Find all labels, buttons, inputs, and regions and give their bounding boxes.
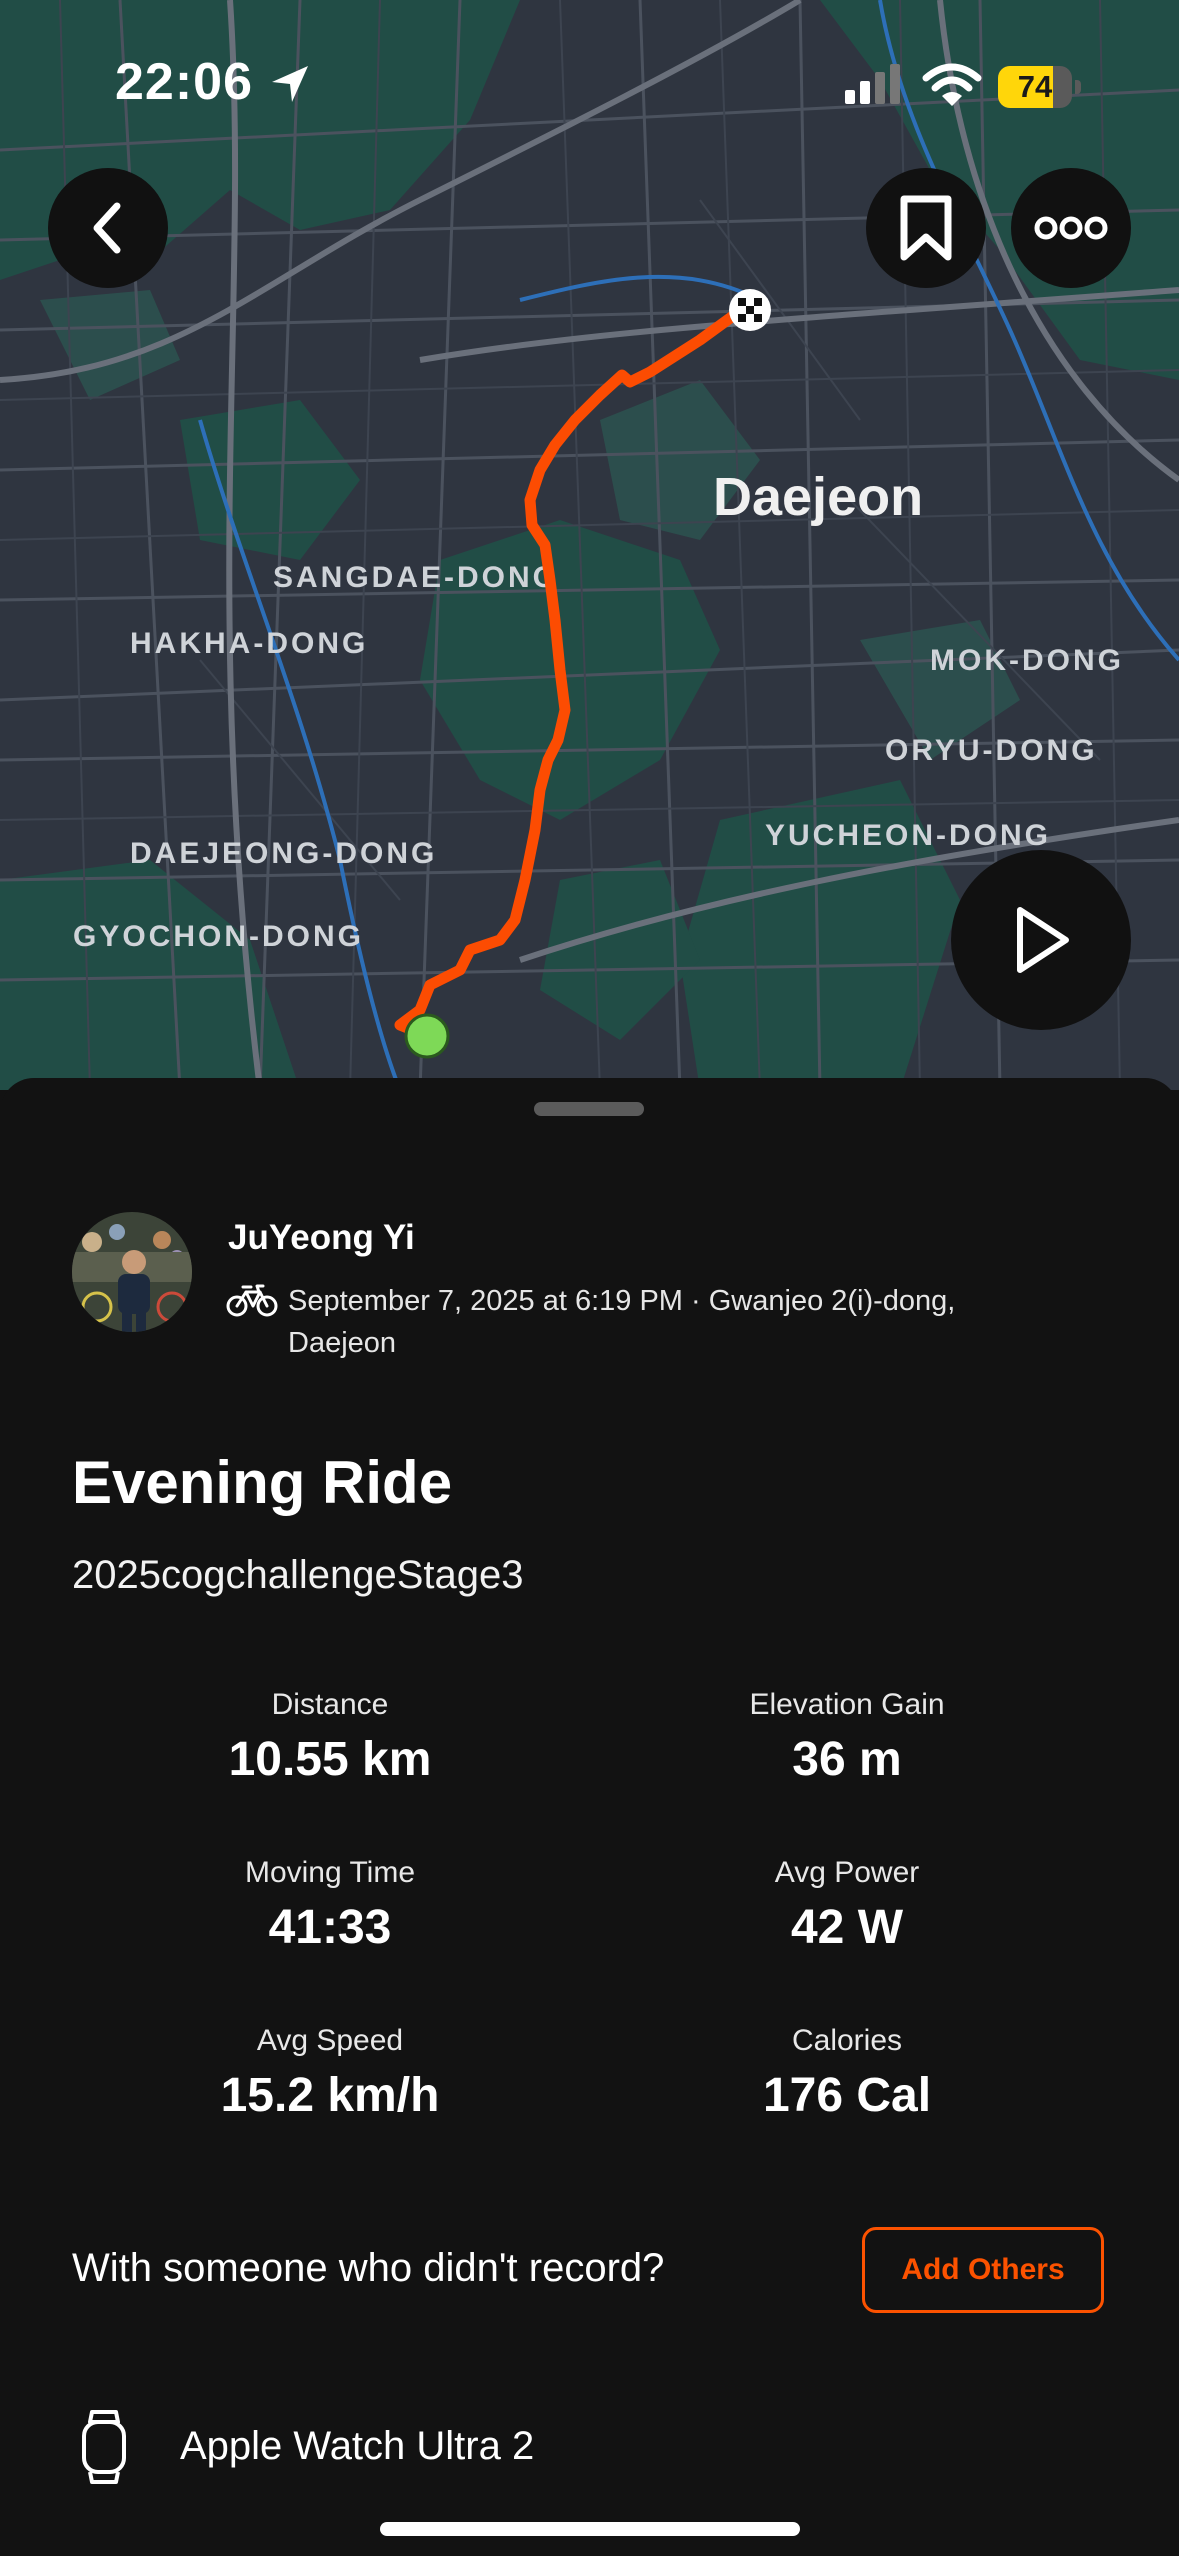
bookmark-icon xyxy=(900,195,952,261)
map-label-gyochon: GYOCHON-DONG xyxy=(73,920,364,953)
stat-value: 36 m xyxy=(792,1733,902,1786)
stat-label: Distance xyxy=(271,1688,389,1721)
location-arrow-icon xyxy=(272,66,308,102)
watch-icon xyxy=(82,2410,126,2484)
activity-meta: September 7, 2025 at 6:19 PM · Gwanjeo 2… xyxy=(288,1285,956,1359)
stat-avg-speed: Avg Speed 15.2 km/h xyxy=(120,2024,540,2123)
map-label-sangdae: SANGDAE-DONG xyxy=(273,561,559,594)
stat-value: 41:33 xyxy=(268,1901,392,1954)
stat-value: 10.55 km xyxy=(228,1733,432,1786)
bike-icon xyxy=(226,1284,278,1317)
stat-distance: Distance 10.55 km xyxy=(120,1688,540,1787)
map-label-oryu: ORYU-DONG xyxy=(885,734,1098,767)
athlete-avatar[interactable] xyxy=(72,1212,192,1332)
status-bar: 22:06 74 xyxy=(0,0,1179,150)
home-indicator xyxy=(380,2522,800,2536)
stat-moving-time: Moving Time 41:33 xyxy=(120,1856,540,1955)
more-options-button[interactable] xyxy=(1011,168,1131,288)
stat-calories: Calories 176 Cal xyxy=(637,2024,1057,2123)
stat-avg-power: Avg Power 42 W xyxy=(637,1856,1057,1955)
map-label-hakha: HAKHA-DONG xyxy=(130,627,368,660)
stat-label: Avg Power xyxy=(774,1856,920,1889)
start-point-icon xyxy=(404,1013,450,1059)
save-route-button[interactable] xyxy=(866,168,986,288)
map-label-yucheon: YUCHEON-DONG xyxy=(765,819,1051,852)
stat-label: Avg Speed xyxy=(256,2024,404,2057)
stat-value: 15.2 km/h xyxy=(220,2069,440,2122)
add-others-button[interactable]: Add Others xyxy=(862,2227,1104,2313)
more-icon xyxy=(1034,216,1108,240)
battery-indicator: 74 xyxy=(998,66,1082,108)
activity-description: 2025cogchallengeStage3 xyxy=(72,1553,524,1597)
activity-details-sheet: JuYeong Yi September 7, 2025 at 6:19 PM … xyxy=(0,1078,1179,2556)
sheet-grabber[interactable] xyxy=(534,1102,644,1116)
stat-value: 42 W xyxy=(790,1901,904,1954)
stat-elevation-gain: Elevation Gain 36 m xyxy=(637,1688,1057,1787)
stat-label: Calories xyxy=(791,2024,903,2057)
play-icon xyxy=(1017,907,1069,973)
battery-percentage: 74 xyxy=(1017,69,1053,104)
map-label-city: Daejeon xyxy=(713,467,923,527)
flyover-play-button[interactable] xyxy=(951,850,1131,1030)
stat-value: 176 Cal xyxy=(762,2069,932,2122)
status-time: 22:06 xyxy=(115,53,253,111)
finish-flag-icon xyxy=(729,289,771,331)
map-label-daejeong: DAEJEONG-DONG xyxy=(130,837,437,870)
cellular-signal-icon xyxy=(845,64,900,104)
back-button[interactable] xyxy=(48,168,168,288)
stat-label: Moving Time xyxy=(244,1856,416,1889)
device-name[interactable]: Apple Watch Ultra 2 xyxy=(180,2424,534,2469)
stat-label: Elevation Gain xyxy=(749,1688,945,1721)
map-label-mok: MOK-DONG xyxy=(930,644,1124,677)
wifi-icon xyxy=(922,63,982,106)
athlete-name[interactable]: JuYeong Yi xyxy=(228,1218,415,1258)
chevron-left-icon xyxy=(93,202,121,254)
add-others-prompt: With someone who didn't record? xyxy=(72,2246,665,2290)
activity-title: Evening Ride xyxy=(72,1449,453,1516)
